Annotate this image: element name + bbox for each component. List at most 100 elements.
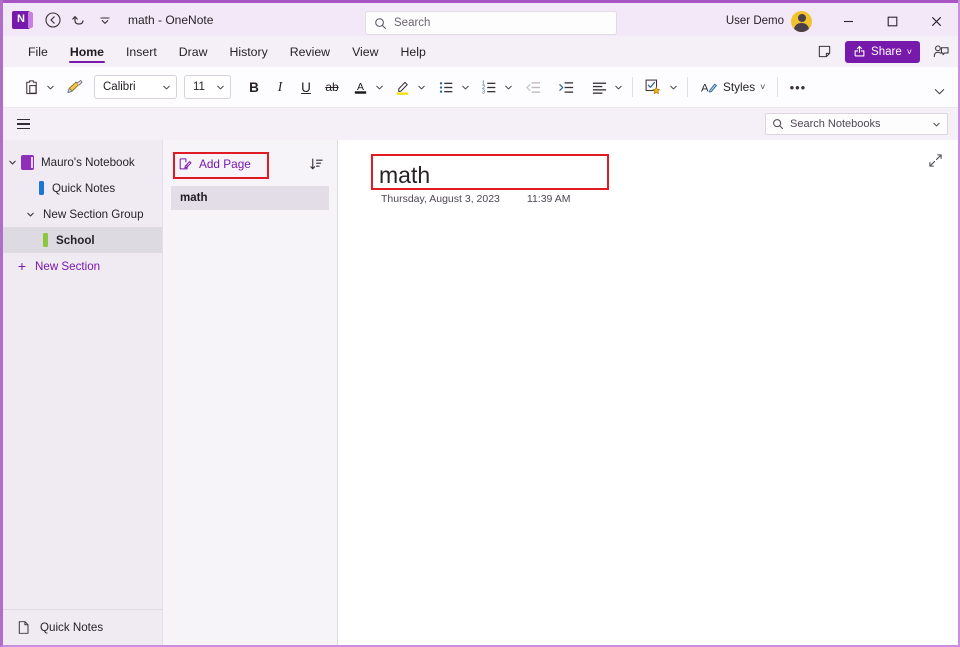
maximize-button[interactable] (870, 4, 914, 38)
tab-history[interactable]: History (218, 36, 278, 67)
ribbon-divider (632, 77, 633, 97)
notebook-sidebar: Mauro's Notebook Quick Notes New Section… (3, 140, 163, 645)
tab-help[interactable]: Help (390, 36, 437, 67)
underline-label: U (301, 80, 311, 95)
page-time[interactable]: 11:39 AM (527, 193, 571, 205)
user-avatar[interactable] (791, 11, 812, 32)
italic-button[interactable]: I (267, 74, 293, 100)
chevron-down-icon[interactable] (3, 158, 21, 167)
onenote-logo-icon (12, 11, 30, 29)
highlight-caret-icon[interactable] (415, 74, 428, 100)
styles-caret-icon: ˅ (760, 82, 765, 92)
styles-button[interactable]: A Styles ˅ (695, 74, 770, 100)
paste-options-caret-icon[interactable] (44, 74, 57, 100)
decrease-indent-icon[interactable] (521, 74, 546, 101)
quick-notes-footer-label: Quick Notes (40, 621, 103, 634)
back-arrow-icon[interactable] (40, 7, 66, 33)
undo-icon[interactable] (66, 7, 92, 33)
quick-notes-footer-button[interactable]: Quick Notes (3, 609, 162, 645)
font-color-caret-icon[interactable] (373, 74, 386, 100)
person-comment-icon[interactable] (928, 39, 954, 65)
bullets-caret-icon[interactable] (459, 74, 472, 100)
italic-label: I (278, 79, 283, 95)
font-color-icon[interactable]: A (348, 74, 373, 101)
tree-item-quick-notes[interactable]: Quick Notes (3, 175, 162, 201)
paste-icon[interactable] (19, 74, 44, 101)
sticky-note-icon[interactable] (811, 39, 837, 65)
page-date[interactable]: Thursday, August 3, 2023 (381, 193, 500, 205)
section-color-tab-icon (39, 181, 44, 195)
plus-icon: + (13, 258, 31, 274)
tree-item-notebook[interactable]: Mauro's Notebook (3, 149, 162, 175)
tab-file[interactable]: File (17, 36, 59, 67)
numbering-caret-icon[interactable] (502, 74, 515, 100)
tree-item-label: New Section Group (43, 208, 144, 221)
chevron-down-icon (932, 120, 941, 129)
page-canvas[interactable]: math Thursday, August 3, 2023 11:39 AM (338, 140, 958, 645)
bulleted-list-icon[interactable] (434, 74, 459, 101)
font-family-dropdown[interactable]: Calibri (94, 75, 177, 99)
more-commands-label: ••• (790, 80, 807, 95)
user-name-label: User Demo (726, 15, 784, 27)
customize-quick-access-icon[interactable] (92, 7, 118, 33)
title-bar: math - OneNote Search User Demo (3, 0, 958, 36)
format-painter-icon[interactable] (62, 74, 88, 101)
add-page-button[interactable]: Add Page (171, 154, 258, 174)
more-commands-button[interactable]: ••• (785, 74, 810, 101)
edit-page-icon (178, 157, 192, 171)
collapse-ribbon-icon[interactable] (933, 85, 946, 103)
chevron-down-icon (162, 83, 171, 92)
numbered-list-icon[interactable]: 1 2 3 (477, 74, 502, 101)
tab-review[interactable]: Review (279, 36, 341, 67)
search-notebooks-box[interactable]: Search Notebooks (765, 113, 948, 135)
chevron-down-icon[interactable] (21, 210, 39, 219)
strikethrough-button[interactable]: ab (319, 74, 345, 100)
share-caret-icon: ˅ (907, 47, 912, 57)
onenote-window: math - OneNote Search User Demo File H (0, 0, 960, 647)
text-highlight-icon[interactable] (390, 74, 415, 101)
page-title[interactable]: math (379, 162, 430, 189)
ribbon-tab-bar: File Home Insert Draw History Review Vie… (3, 36, 958, 67)
share-label: Share (871, 46, 902, 58)
svg-text:A: A (701, 82, 709, 94)
tab-draw[interactable]: Draw (168, 36, 219, 67)
bold-button[interactable]: B (241, 74, 267, 100)
navigation-strip: Search Notebooks (3, 108, 958, 140)
align-icon[interactable] (587, 74, 612, 101)
close-button[interactable] (914, 4, 958, 38)
align-caret-icon[interactable] (612, 74, 625, 100)
tree-item-section-group[interactable]: New Section Group (3, 201, 162, 227)
tags-caret-icon[interactable] (667, 74, 680, 100)
page-list-item[interactable]: math (171, 186, 329, 210)
tab-view[interactable]: View (341, 36, 389, 67)
sort-pages-icon[interactable] (305, 153, 327, 175)
increase-indent-icon[interactable] (554, 74, 579, 101)
search-box[interactable]: Search (365, 11, 617, 35)
new-section-button[interactable]: + New Section (3, 253, 162, 279)
search-placeholder: Search (394, 17, 430, 29)
page-list-header: Add Page (163, 150, 337, 178)
share-button[interactable]: Share ˅ (845, 41, 920, 63)
styles-icon: A (700, 79, 718, 96)
page-icon (16, 620, 31, 635)
font-size-dropdown[interactable]: 11 (184, 75, 231, 99)
page-list-panel: Add Page math (163, 140, 338, 645)
hamburger-menu-icon[interactable] (10, 111, 36, 137)
tab-home[interactable]: Home (59, 36, 115, 67)
tree-item-label: School (56, 234, 95, 247)
notebook-tree: Mauro's Notebook Quick Notes New Section… (3, 140, 162, 609)
expand-page-icon[interactable] (924, 149, 946, 171)
tree-item-label: Mauro's Notebook (41, 156, 135, 169)
search-icon (374, 17, 387, 30)
chevron-down-icon (216, 83, 225, 92)
font-family-value: Calibri (103, 81, 136, 93)
ribbon-divider-3 (777, 77, 778, 97)
minimize-button[interactable] (826, 4, 870, 38)
tree-item-school[interactable]: School (3, 227, 162, 253)
tags-star-icon[interactable] (640, 74, 667, 101)
main-body: Mauro's Notebook Quick Notes New Section… (3, 140, 958, 645)
tab-insert[interactable]: Insert (115, 36, 168, 67)
underline-button[interactable]: U (293, 74, 319, 100)
font-size-value: 11 (193, 81, 205, 93)
search-icon (772, 118, 784, 130)
